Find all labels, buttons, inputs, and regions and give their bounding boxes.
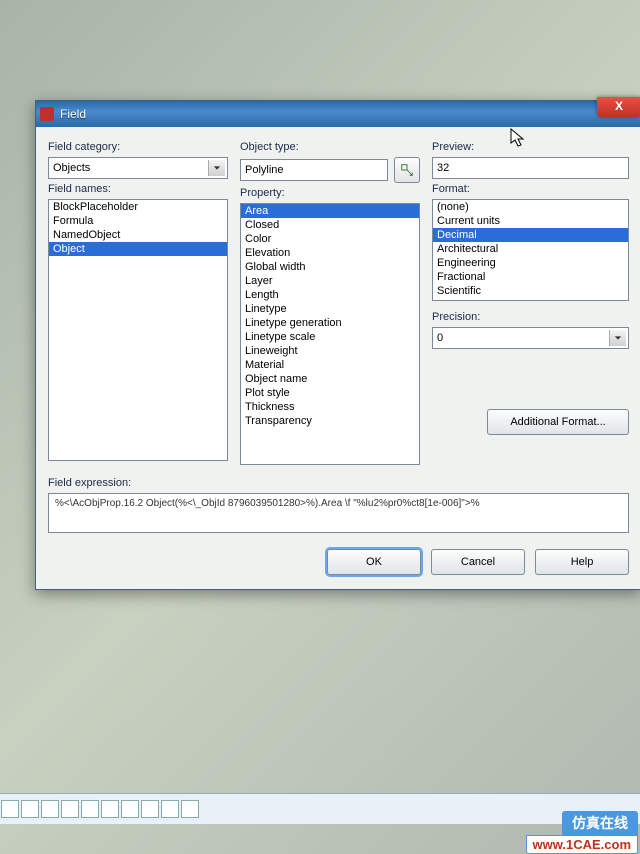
- preview-label: Preview:: [432, 141, 629, 153]
- field-dialog: Field X Field category: Objects Field na…: [35, 100, 640, 590]
- chevron-down-icon: [208, 160, 225, 176]
- field-category-value: Objects: [53, 162, 90, 174]
- toolbar-cell[interactable]: [181, 800, 199, 818]
- list-item[interactable]: Material: [241, 358, 419, 372]
- preview-field: 32: [432, 157, 629, 179]
- list-item[interactable]: Elevation: [241, 246, 419, 260]
- list-item[interactable]: Color: [241, 232, 419, 246]
- list-item[interactable]: Closed: [241, 218, 419, 232]
- watermark: 仿真在线 www.1CAE.com: [526, 811, 638, 854]
- toolbar-cell[interactable]: [41, 800, 59, 818]
- list-item[interactable]: Length: [241, 288, 419, 302]
- object-type-field[interactable]: Polyline: [240, 159, 388, 181]
- precision-value: 0: [437, 332, 443, 344]
- format-list[interactable]: (none) Current units Decimal Architectur…: [432, 199, 629, 301]
- list-item[interactable]: Architectural: [433, 242, 628, 256]
- list-item-selected[interactable]: Area: [241, 204, 419, 218]
- pick-object-icon: [400, 163, 414, 177]
- list-item[interactable]: Plot style: [241, 386, 419, 400]
- property-label: Property:: [240, 187, 420, 199]
- ok-button[interactable]: OK: [327, 549, 421, 575]
- list-item-selected[interactable]: Decimal: [433, 228, 628, 242]
- cancel-button[interactable]: Cancel: [431, 549, 525, 575]
- field-expression-label: Field expression:: [48, 477, 629, 489]
- titlebar[interactable]: Field X: [36, 101, 640, 127]
- toolbar-cell[interactable]: [141, 800, 159, 818]
- list-item[interactable]: Linetype scale: [241, 330, 419, 344]
- toolbar-cell[interactable]: [81, 800, 99, 818]
- precision-dropdown[interactable]: 0: [432, 327, 629, 349]
- field-names-label: Field names:: [48, 183, 228, 195]
- toolbar-cell[interactable]: [61, 800, 79, 818]
- field-names-list[interactable]: BlockPlaceholder Formula NamedObject Obj…: [48, 199, 228, 461]
- object-type-value: Polyline: [245, 164, 284, 176]
- list-item[interactable]: Engineering: [433, 256, 628, 270]
- list-item[interactable]: Lineweight: [241, 344, 419, 358]
- format-label: Format:: [432, 183, 629, 195]
- toolbar-cell[interactable]: [121, 800, 139, 818]
- window-title: Field: [60, 107, 637, 121]
- close-button[interactable]: X: [597, 97, 640, 117]
- property-list[interactable]: Area Closed Color Elevation Global width…: [240, 203, 420, 465]
- watermark-url: www.1CAE.com: [526, 835, 638, 854]
- field-expression-value: %<\AcObjProp.16.2 Object(%<\_ObjId 87960…: [55, 498, 480, 509]
- object-type-label: Object type:: [240, 141, 420, 153]
- field-category-label: Field category:: [48, 141, 228, 153]
- watermark-text: 仿真在线: [562, 811, 638, 835]
- list-item[interactable]: Linetype generation: [241, 316, 419, 330]
- list-item[interactable]: NamedObject: [49, 228, 227, 242]
- list-item[interactable]: Transparency: [241, 414, 419, 428]
- list-item[interactable]: Current units: [433, 214, 628, 228]
- list-item[interactable]: Fractional: [433, 270, 628, 284]
- list-item[interactable]: Object name: [241, 372, 419, 386]
- list-item-selected[interactable]: Object: [49, 242, 227, 256]
- list-item[interactable]: Scientific: [433, 284, 628, 298]
- list-item[interactable]: Thickness: [241, 400, 419, 414]
- list-item[interactable]: Linetype: [241, 302, 419, 316]
- list-item[interactable]: Global width: [241, 260, 419, 274]
- field-expression-box: %<\AcObjProp.16.2 Object(%<\_ObjId 87960…: [48, 493, 629, 533]
- dialog-content: Field category: Objects Field names: Blo…: [36, 127, 640, 589]
- list-item[interactable]: Layer: [241, 274, 419, 288]
- list-item[interactable]: (none): [433, 200, 628, 214]
- list-item[interactable]: Formula: [49, 214, 227, 228]
- help-button[interactable]: Help: [535, 549, 629, 575]
- chevron-down-icon: [609, 330, 626, 346]
- field-category-dropdown[interactable]: Objects: [48, 157, 228, 179]
- toolbar-cell[interactable]: [21, 800, 39, 818]
- dialog-footer: OK Cancel Help: [48, 549, 629, 575]
- list-item[interactable]: BlockPlaceholder: [49, 200, 227, 214]
- app-icon: [40, 107, 54, 121]
- preview-value: 32: [437, 162, 449, 174]
- select-object-button[interactable]: [394, 157, 420, 183]
- toolbar-cell[interactable]: [101, 800, 119, 818]
- toolbar-cell[interactable]: [1, 800, 19, 818]
- precision-label: Precision:: [432, 311, 629, 323]
- additional-format-button[interactable]: Additional Format...: [487, 409, 629, 435]
- toolbar-cell[interactable]: [161, 800, 179, 818]
